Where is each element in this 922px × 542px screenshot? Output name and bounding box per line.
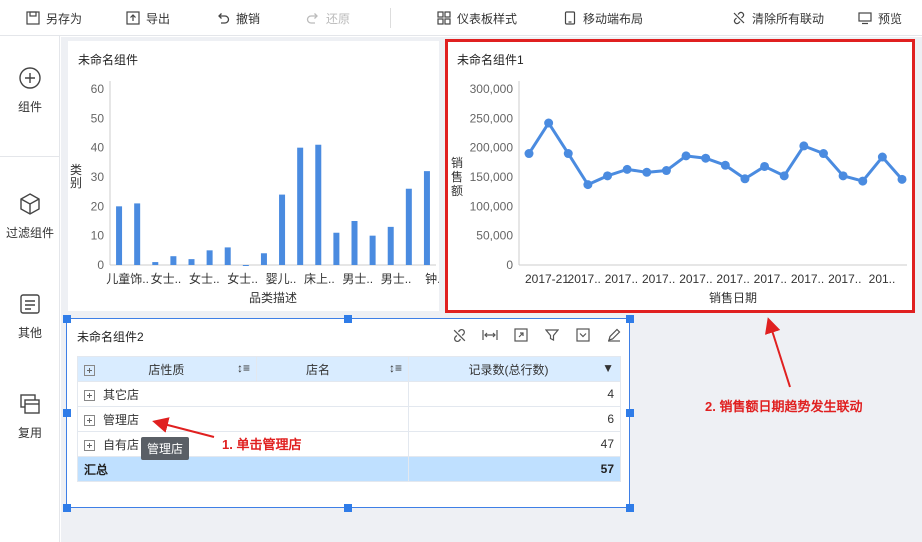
toolbar-divider xyxy=(390,8,391,28)
resize-handle[interactable] xyxy=(626,315,634,323)
redo-button[interactable]: 还原 xyxy=(306,0,350,36)
sidebar-item-label: 组件 xyxy=(17,100,42,114)
dashboard-style-label: 仪表板样式 xyxy=(457,11,518,26)
y-tick-label: 40 xyxy=(91,141,105,155)
bar xyxy=(387,226,394,265)
highlight-box xyxy=(445,39,915,313)
layers-icon xyxy=(20,394,40,414)
y-tick-label: 0 xyxy=(97,258,104,272)
toolbar: 另存为 导出 撤销 还原 仪表板样式 移动端布局 清除所有联动 预览 xyxy=(0,0,922,36)
save-icon xyxy=(26,11,40,25)
bar-chart: 0102030405060儿童饰.. 女士.. 女士.. 女士.. 婴儿.. 床上.. 男士… xyxy=(70,81,439,305)
resize-handle[interactable] xyxy=(63,315,71,323)
resize-handle[interactable] xyxy=(63,409,71,417)
preview-button[interactable]: 预览 xyxy=(858,0,902,36)
sidebar-item-label: 其他 xyxy=(17,326,42,340)
export-button[interactable]: 导出 xyxy=(126,0,170,36)
resize-handle[interactable] xyxy=(626,504,634,512)
resize-handle[interactable] xyxy=(626,409,634,417)
monitor-icon xyxy=(858,11,872,25)
bar xyxy=(152,262,159,265)
preview-label: 预览 xyxy=(878,11,903,26)
dashboard-style-button[interactable]: 仪表板样式 xyxy=(437,0,517,36)
bar xyxy=(260,253,267,265)
bar xyxy=(333,232,340,265)
text-box-icon xyxy=(20,294,40,314)
sidebar-item-label: 过滤组件 xyxy=(5,226,54,240)
sidebar-divider xyxy=(0,156,60,157)
undo-label: 撤销 xyxy=(236,11,261,26)
bar xyxy=(297,147,304,265)
bar xyxy=(369,235,376,265)
bar xyxy=(405,188,412,265)
bar xyxy=(170,256,177,265)
resize-handle[interactable] xyxy=(344,315,352,323)
mobile-layout-button[interactable]: 移动端布局 xyxy=(563,0,643,36)
sidebar-item-reuse[interactable]: 复用 xyxy=(0,392,60,441)
save-as-button[interactable]: 另存为 xyxy=(26,0,82,36)
sidebar-item-label: 复用 xyxy=(17,426,42,440)
bar xyxy=(423,171,430,265)
x-tick-label: 婴儿.. xyxy=(266,272,297,286)
y-tick-label: 10 xyxy=(91,229,105,243)
y-axis-label: 类 xyxy=(70,163,82,177)
x-tick-label: 男士.. xyxy=(342,272,373,286)
sidebar-item-filter-components[interactable]: 过滤组件 xyxy=(0,192,60,241)
y-axis-label: 别 xyxy=(70,176,82,190)
x-tick-label: 床上.. xyxy=(304,272,335,286)
bar xyxy=(206,250,213,265)
x-tick-label: 儿童饰.. xyxy=(106,271,149,286)
sidebar-item-other[interactable]: 其他 xyxy=(0,292,60,341)
cube-icon xyxy=(20,193,40,215)
export-icon xyxy=(126,11,140,25)
annotation-text: 1. 单击管理店 xyxy=(222,437,302,452)
clear-linkage-label: 清除所有联动 xyxy=(752,11,825,26)
export-label: 导出 xyxy=(146,11,171,26)
bar xyxy=(315,144,322,265)
x-tick-label: 女士.. xyxy=(227,271,258,286)
sidebar-item-components[interactable]: 组件 xyxy=(0,66,60,115)
grid-icon xyxy=(437,11,451,25)
save-as-label: 另存为 xyxy=(46,11,83,26)
bar-chart-widget[interactable]: 未命名组件 0 10 20 30 40 50 60 儿童饰.. 女士.. 女士.. 女士.. 婴儿..… xyxy=(68,41,439,311)
resize-handle[interactable] xyxy=(344,504,352,512)
bar xyxy=(188,259,195,265)
bar xyxy=(351,221,358,265)
sidebar: 组件 过滤组件 其他 复用 xyxy=(0,36,60,542)
x-tick-label: 女士.. xyxy=(189,271,220,286)
redo-label: 还原 xyxy=(326,11,351,26)
redo-icon xyxy=(306,11,320,25)
bar xyxy=(116,206,123,265)
x-tick-label: 男士.. xyxy=(381,272,412,286)
mobile-icon xyxy=(563,11,577,25)
y-tick-label: 50 xyxy=(91,111,105,125)
clear-linkage-button[interactable]: 清除所有联动 xyxy=(732,0,824,36)
x-axis-label: 品类描述 xyxy=(249,291,297,305)
selection-border xyxy=(66,318,630,508)
undo-button[interactable]: 撤销 xyxy=(216,0,260,36)
bar xyxy=(224,247,231,265)
mobile-layout-label: 移动端布局 xyxy=(583,11,644,26)
y-tick-label: 20 xyxy=(91,199,105,213)
resize-handle[interactable] xyxy=(63,504,71,512)
unlink-icon xyxy=(732,11,746,25)
annotation-text: 2. 销售额日期趋势发生联动 xyxy=(705,399,863,414)
x-tick-label: 女士.. xyxy=(151,271,182,286)
y-tick-label: 30 xyxy=(91,170,105,184)
bar xyxy=(242,265,249,266)
bar xyxy=(279,194,286,265)
y-tick-label: 60 xyxy=(91,82,105,96)
undo-icon xyxy=(216,11,230,25)
add-circle-icon xyxy=(19,67,41,89)
bar xyxy=(134,203,141,265)
x-tick-label: 钟.. xyxy=(425,271,439,286)
